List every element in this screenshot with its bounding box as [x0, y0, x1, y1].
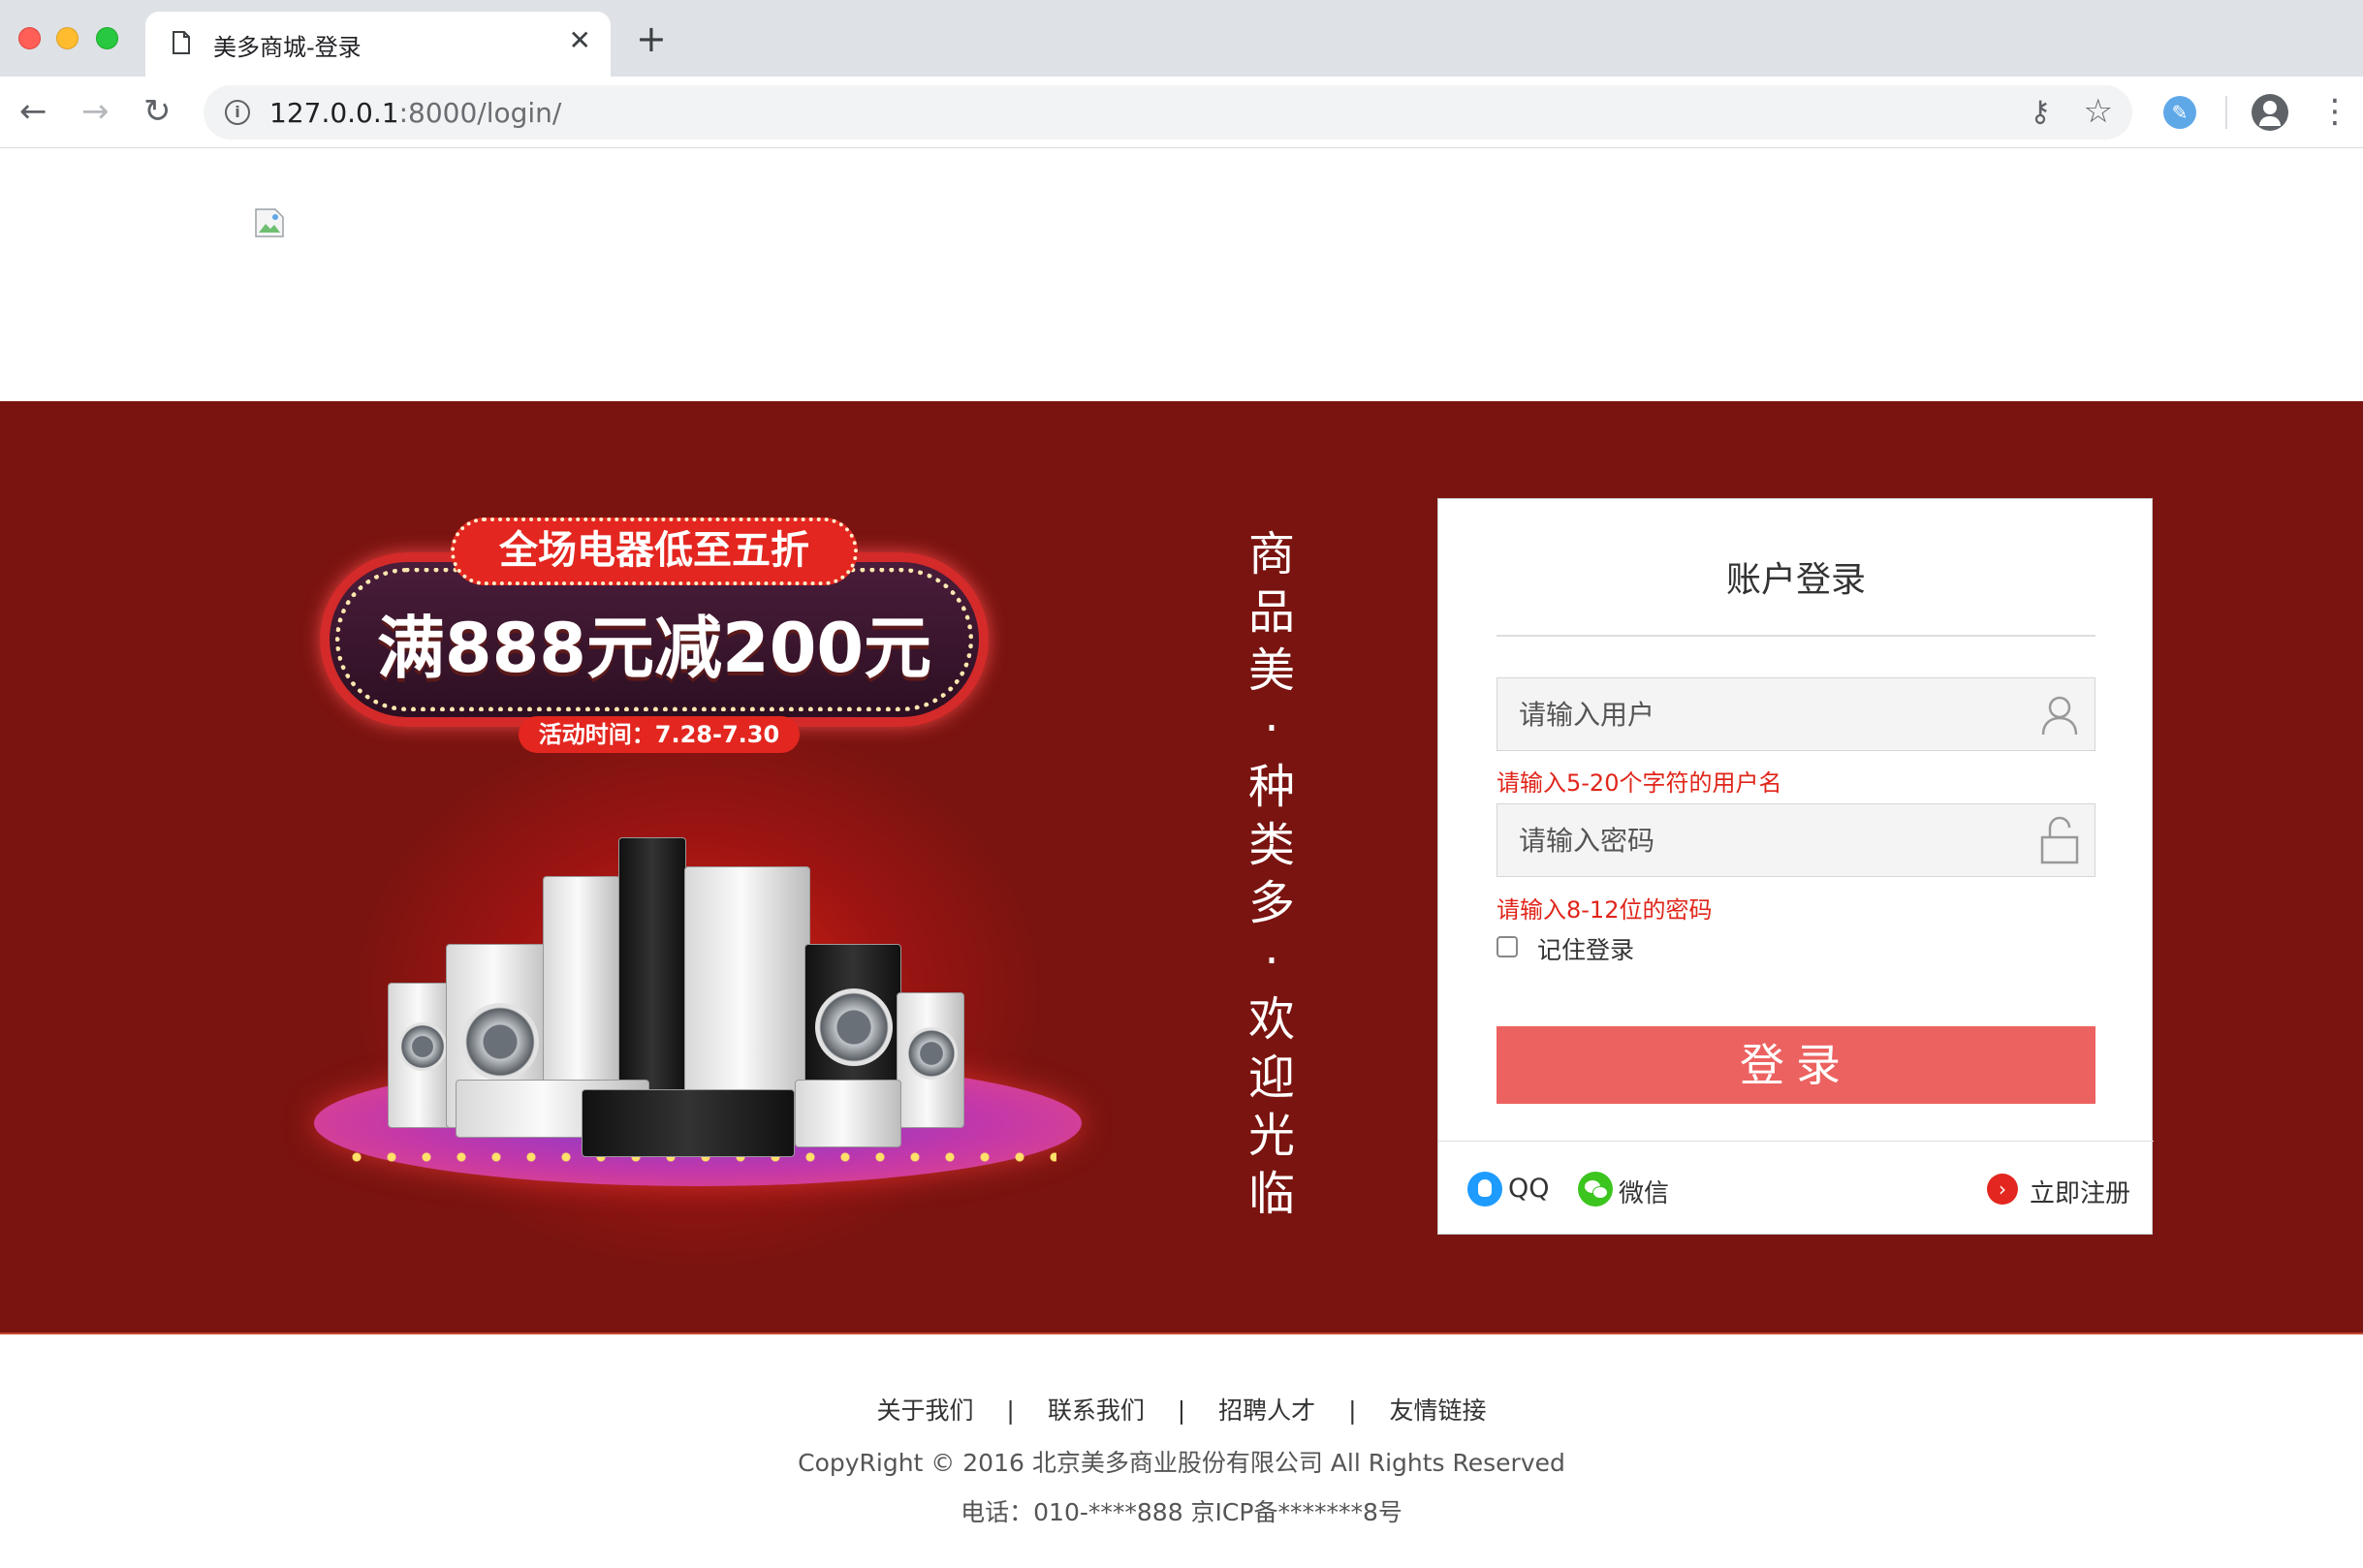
username-error: 请输入5-20个字符的用户名 [1497, 769, 1782, 797]
promo-date-text: 活动时间：7.28-7.30 [519, 716, 800, 753]
title-divider [1497, 635, 2095, 637]
username-input[interactable] [1497, 678, 2021, 750]
phone-text: 电话：010-****888 京ICP备*******8号 [961, 1498, 1402, 1526]
washer-drum [398, 1022, 447, 1071]
site-info-icon[interactable]: i [225, 100, 250, 125]
password-input[interactable] [1497, 804, 2021, 876]
maximize-window-button[interactable] [96, 27, 118, 49]
remember-checkbox[interactable] [1497, 936, 1518, 957]
more-menu-icon[interactable]: ⋮ [2318, 92, 2351, 131]
browser-tab-bar: 美多商城-登录 ✕ + [0, 0, 2363, 77]
lock-icon [2040, 816, 2079, 864]
promo-image: 全场电器低至五折 满888元减200元 活动时间：7.28-7.30 [300, 517, 1095, 1264]
footer-link-contact[interactable]: 联系我们 [1048, 1396, 1145, 1425]
promo-top-text: 全场电器低至五折 [451, 517, 858, 585]
footer-separator: | [1348, 1396, 1357, 1425]
close-window-button[interactable] [18, 27, 41, 49]
password-field [1497, 803, 2095, 877]
bookmark-star-icon[interactable]: ☆ [2084, 95, 2113, 128]
ac-unit-center [582, 1089, 795, 1157]
forward-arrow-icon[interactable]: → [81, 93, 110, 130]
footer-link-jobs[interactable]: 招聘人才 [1218, 1396, 1315, 1425]
washer-drum [905, 1027, 958, 1080]
login-footer-divider [1438, 1141, 2154, 1142]
footer-link-friends[interactable]: 友情链接 [1390, 1396, 1487, 1425]
wechat-label: 微信 [1619, 1179, 1670, 1208]
username-field [1497, 677, 2095, 751]
back-arrow-icon[interactable]: ← [19, 93, 47, 130]
address-bar[interactable]: i 127.0.0.1:8000/login/ ⚷ ☆ [204, 85, 2132, 140]
footer-link-about[interactable]: 关于我们 [876, 1396, 973, 1425]
login-form: 账户登录 请输入5-20个字符的用户名 请输入8-12位的密码 记住登录 登录 [1437, 498, 2154, 1235]
profile-avatar-icon[interactable] [2252, 94, 2288, 131]
browser-tab[interactable]: 美多商城-登录 ✕ [145, 12, 611, 77]
url-path: :8000/login/ [398, 97, 562, 129]
url-host: 127.0.0.1 [269, 97, 399, 129]
extension-icon[interactable]: ✎ [2163, 96, 2196, 129]
appliance-group [388, 828, 1008, 1157]
user-icon [2041, 696, 2078, 736]
ac-unit-right [795, 1080, 901, 1147]
password-error: 请输入8-12位的密码 [1497, 896, 1713, 924]
login-title: 账户登录 [1725, 560, 1866, 600]
login-button[interactable]: 登录 [1497, 1026, 2095, 1104]
wechat-icon [1578, 1172, 1613, 1207]
tab-title: 美多商城-登录 [213, 34, 362, 61]
key-icon[interactable]: ⚷ [2030, 98, 2051, 127]
login-banner: 全场电器低至五折 满888元减200元 活动时间：7.28-7.30 商 品 美… [0, 401, 2363, 1334]
broken-logo-image-icon[interactable] [254, 207, 285, 238]
washer-drum [815, 988, 893, 1066]
reload-icon[interactable]: ↻ [143, 93, 172, 130]
footer-separator: | [1006, 1396, 1015, 1425]
url-text[interactable]: 127.0.0.1:8000/login/ [269, 97, 561, 129]
tab-close-icon[interactable]: ✕ [569, 27, 591, 54]
washer-right [897, 992, 964, 1128]
footer-separator: | [1177, 1396, 1186, 1425]
qq-icon [1467, 1172, 1502, 1207]
toolbar-divider [2225, 96, 2227, 129]
footer-links: 关于我们 | 联系我们 | 招聘人才 | 友情链接 [0, 1392, 2363, 1427]
qq-label: QQ [1508, 1174, 1550, 1204]
copyright-text: CopyRight © 2016 北京美多商业股份有限公司 All Rights… [798, 1449, 1565, 1477]
new-tab-button[interactable]: + [636, 20, 667, 57]
page-icon [173, 31, 190, 54]
register-label: 立即注册 [2030, 1179, 2131, 1208]
remember-label: 记住登录 [1537, 936, 1635, 964]
browser-toolbar: ← → ↻ i 127.0.0.1:8000/login/ ⚷ ☆ ✎ ⋮ [0, 77, 2363, 148]
minimize-window-button[interactable] [56, 27, 79, 49]
promo-main-text: 满888元减200元 [376, 609, 932, 688]
chevron-right-icon: › [1987, 1174, 2018, 1205]
washer-drum [461, 1003, 539, 1081]
vertical-slogan: 商 品 美 · 种 类 多 · 欢 迎 光 临 [1247, 527, 1295, 1221]
